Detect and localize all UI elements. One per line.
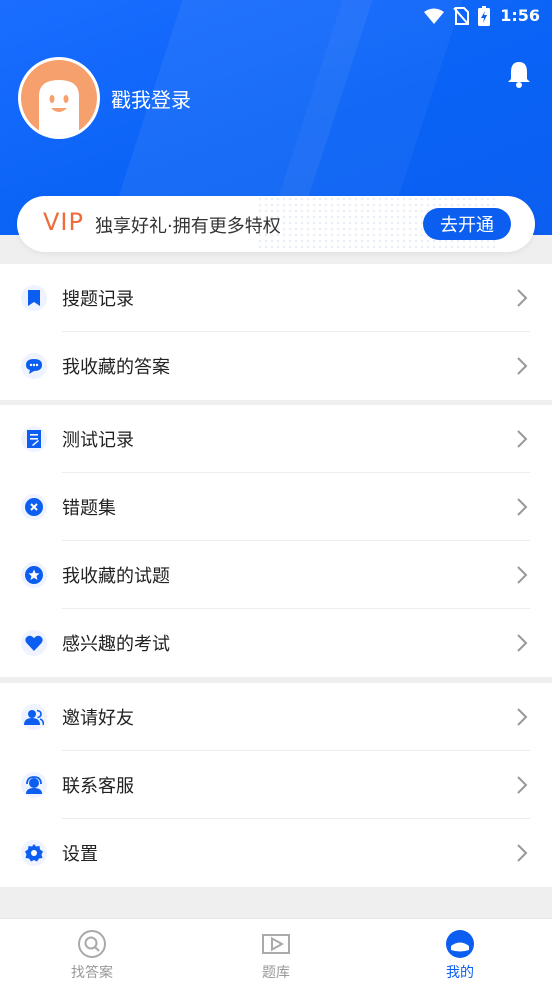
menu-group-tests: 测试记录 错题集 我收藏的试题 感兴趣的考试 — [0, 405, 552, 677]
gear-icon — [21, 840, 47, 866]
search-icon — [77, 929, 107, 959]
vip-description: 独享好礼·拥有更多特权 — [95, 216, 281, 237]
profile-icon — [445, 929, 475, 959]
chevron-right-icon — [517, 498, 528, 516]
menu-item-label: 我收藏的试题 — [62, 566, 170, 587]
menu-item-label: 邀请好友 — [62, 708, 134, 729]
vip-label: VIP — [43, 208, 84, 236]
avatar[interactable] — [18, 57, 100, 139]
menu-item-label: 测试记录 — [62, 430, 134, 451]
chevron-right-icon — [517, 844, 528, 862]
tab-label: 找答案 — [71, 965, 113, 981]
status-icons — [424, 6, 490, 30]
avatar-image — [21, 60, 97, 136]
chevron-right-icon — [517, 708, 528, 726]
no-sim-icon — [453, 7, 469, 29]
menu-item-settings[interactable]: 设置 — [0, 819, 552, 887]
status-time: 1:56 — [500, 6, 540, 25]
menu-item-label: 错题集 — [62, 498, 116, 519]
menu-item-interested-exams[interactable]: 感兴趣的考试 — [0, 609, 552, 677]
menu-item-search-history[interactable]: 搜题记录 — [0, 264, 552, 332]
menu-item-label: 设置 — [62, 844, 98, 865]
menu-group-history: 搜题记录 我收藏的答案 — [0, 264, 552, 400]
menu-item-label: 搜题记录 — [62, 289, 134, 310]
tab-label: 我的 — [446, 965, 474, 981]
chevron-right-icon — [517, 566, 528, 584]
menu-item-test-records[interactable]: 测试记录 — [0, 405, 552, 473]
document-edit-icon — [21, 426, 47, 452]
heart-icon — [21, 630, 47, 656]
chevron-right-icon — [517, 357, 528, 375]
close-circle-icon — [21, 494, 47, 520]
chevron-right-icon — [517, 776, 528, 794]
menu-item-label: 联系客服 — [62, 776, 134, 797]
chat-bubble-icon — [21, 353, 47, 379]
menu-item-label: 我收藏的答案 — [62, 357, 170, 378]
bell-icon[interactable] — [506, 60, 532, 88]
bottom-nav: 找答案 题库 我的 — [0, 918, 552, 981]
wifi-icon — [424, 8, 444, 28]
tab-label: 题库 — [262, 965, 290, 981]
customer-service-icon — [21, 772, 47, 798]
profile-page: 1:56 戳我登录 VIP 独享好礼·拥有更多特权 去开通 搜题记录 我收藏的答… — [0, 0, 552, 981]
chevron-right-icon — [517, 430, 528, 448]
bookmark-icon — [21, 285, 47, 311]
tab-find-answers[interactable]: 找答案 — [0, 919, 184, 981]
login-link[interactable]: 戳我登录 — [111, 84, 191, 113]
menu-item-wrong-questions[interactable]: 错题集 — [0, 473, 552, 541]
menu-item-invite-friends[interactable]: 邀请好友 — [0, 683, 552, 751]
chevron-right-icon — [517, 634, 528, 652]
star-icon — [21, 562, 47, 588]
status-bar: 1:56 — [0, 0, 552, 32]
menu-group-other: 邀请好友 联系客服 设置 — [0, 683, 552, 887]
menu-item-customer-service[interactable]: 联系客服 — [0, 751, 552, 819]
menu-item-favorite-answers[interactable]: 我收藏的答案 — [0, 332, 552, 400]
menu-item-label: 感兴趣的考试 — [62, 634, 170, 655]
vip-card[interactable]: VIP 独享好礼·拥有更多特权 去开通 — [17, 196, 535, 252]
chevron-right-icon — [517, 289, 528, 307]
battery-charging-icon — [478, 6, 490, 30]
menu-item-favorite-questions[interactable]: 我收藏的试题 — [0, 541, 552, 609]
play-icon — [261, 929, 291, 959]
vip-open-button[interactable]: 去开通 — [423, 208, 511, 240]
tab-question-bank[interactable]: 题库 — [184, 919, 368, 981]
tab-mine[interactable]: 我的 — [368, 919, 552, 981]
users-icon — [21, 704, 47, 730]
